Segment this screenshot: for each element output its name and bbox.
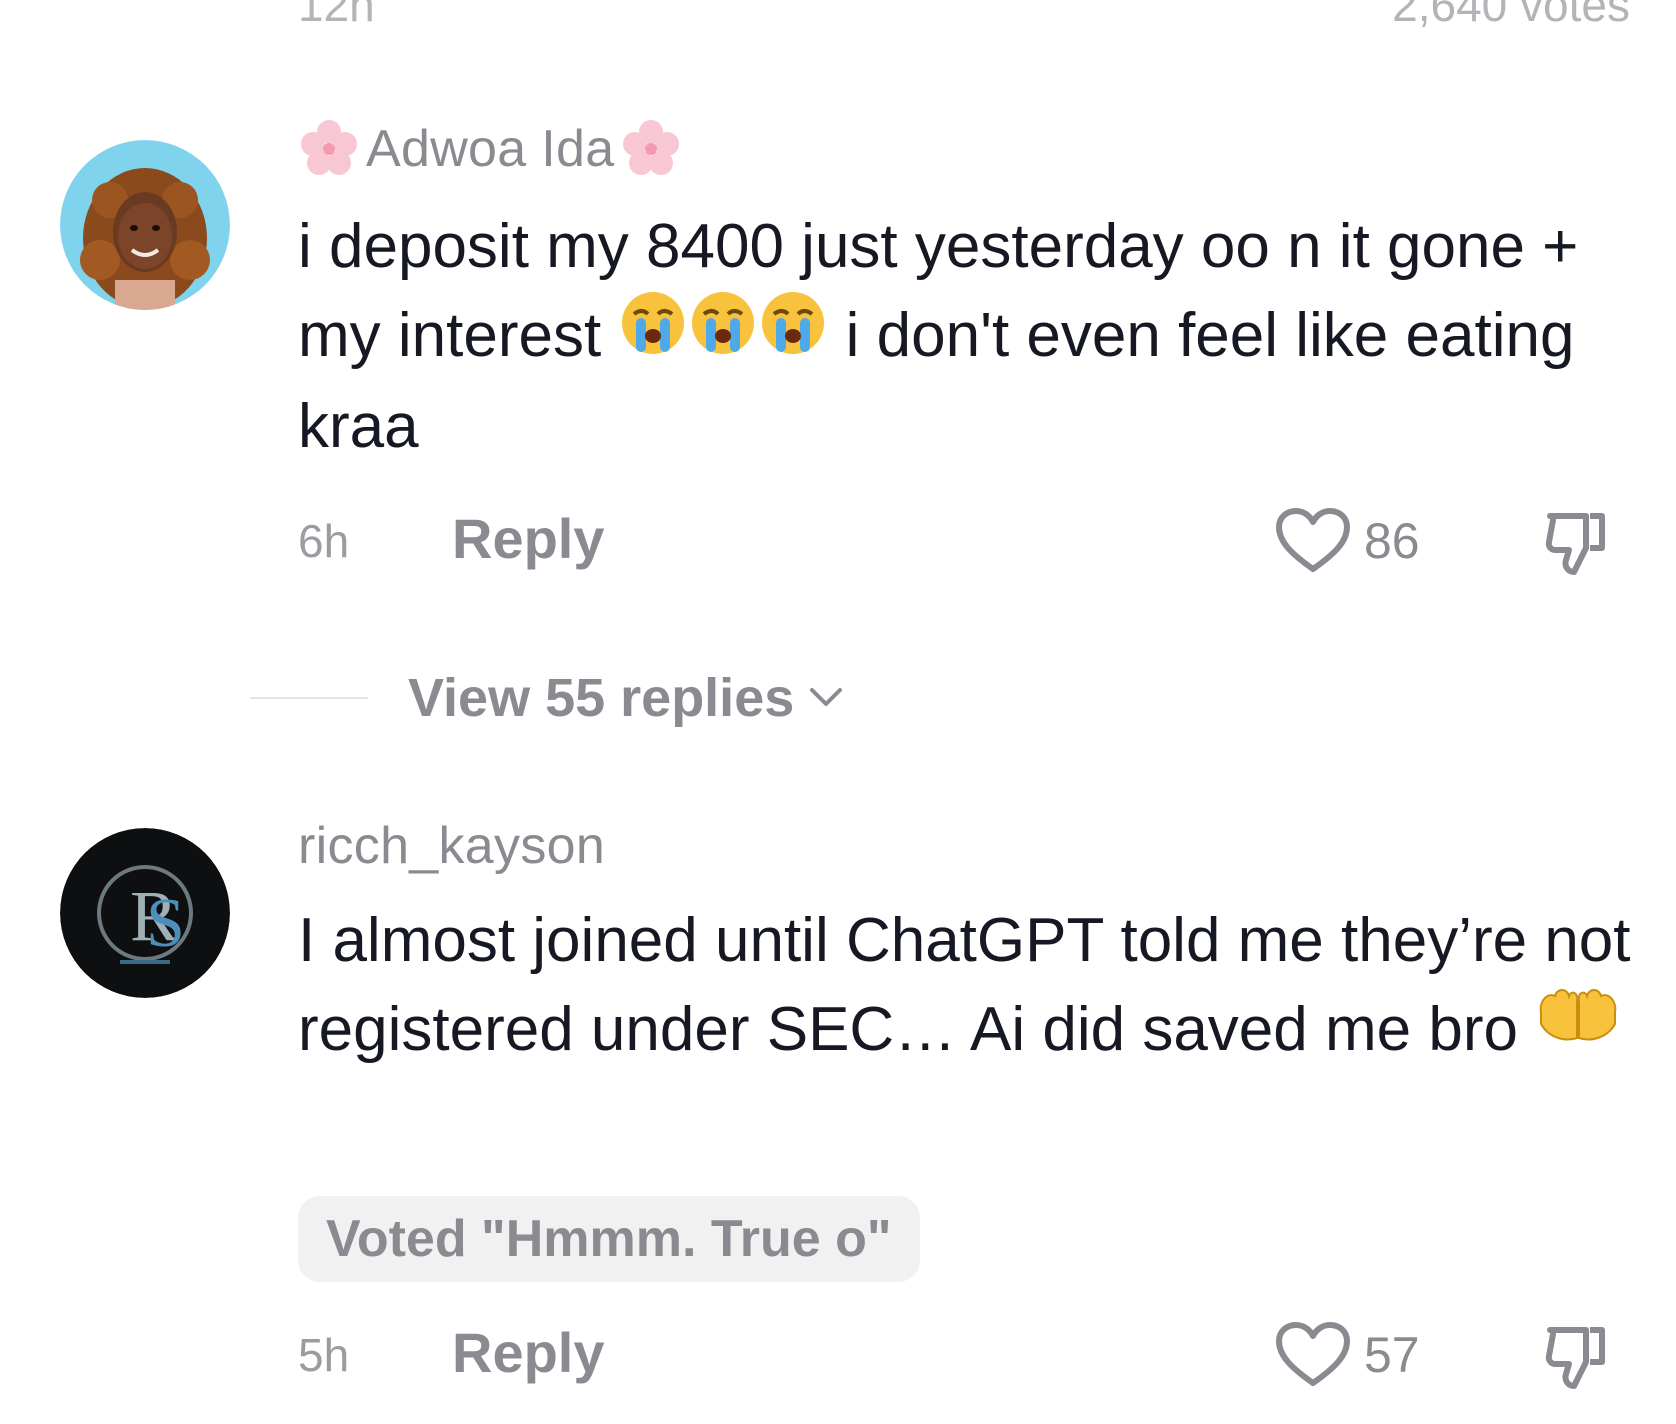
cherry-blossom-icon — [301, 120, 357, 175]
dislike-icon[interactable] — [1544, 1322, 1610, 1392]
username-text: ricch_kayson — [298, 817, 606, 875]
reply-button[interactable]: Reply — [452, 1320, 605, 1385]
vote-badge: Voted "Hmmm. True o" — [298, 1196, 920, 1282]
loudly-crying-face-icon — [618, 288, 688, 382]
comment-text: i deposit my 8400 just yesterday oo n it… — [298, 202, 1638, 471]
comment-text-part: I almost joined until ChatGPT told me th… — [298, 906, 1631, 1064]
previous-comment-time: 12h — [298, 0, 375, 31]
comment-actions: 5h Reply 57 — [298, 1320, 1638, 1390]
comment-time: 5h — [298, 1329, 350, 1381]
view-replies-button[interactable]: View 55 replies — [250, 668, 844, 728]
heart-icon — [1276, 508, 1350, 572]
like-button[interactable]: 57 — [1274, 1320, 1420, 1390]
chevron-down-icon — [810, 688, 843, 706]
replies-divider — [250, 697, 368, 699]
comment-actions: 6h Reply 86 — [298, 506, 1638, 576]
comment-username[interactable]: ricch_kayson — [298, 816, 605, 876]
previous-comment-meta: 12h 2,640 votes — [0, 0, 1676, 38]
poll-votes-count: 2,640 votes — [1392, 0, 1630, 31]
username-text: Adwoa Ida — [366, 120, 615, 178]
view-replies-label: View 55 replies — [408, 668, 795, 728]
reply-button[interactable]: Reply — [452, 506, 605, 571]
avatar[interactable]: R S — [60, 828, 230, 998]
cherry-blossom-icon — [623, 120, 680, 175]
avatar[interactable] — [60, 140, 230, 310]
vote-badge-text: Voted "Hmmm. True o" — [326, 1210, 892, 1268]
svg-text:S: S — [146, 885, 185, 962]
dislike-icon[interactable] — [1544, 508, 1610, 578]
heart-icon — [1276, 1322, 1350, 1386]
comment-text: I almost joined until ChatGPT told me th… — [298, 896, 1638, 1076]
palms-up-together-icon — [1535, 982, 1621, 1076]
like-button[interactable]: 86 — [1274, 506, 1420, 576]
like-count: 86 — [1364, 513, 1420, 569]
like-count: 57 — [1364, 1327, 1420, 1383]
comment-time: 6h — [298, 515, 350, 567]
loudly-crying-face-icon — [758, 288, 828, 382]
comment-username[interactable]: Adwoa Ida — [298, 118, 682, 180]
loudly-crying-face-icon — [688, 288, 758, 382]
